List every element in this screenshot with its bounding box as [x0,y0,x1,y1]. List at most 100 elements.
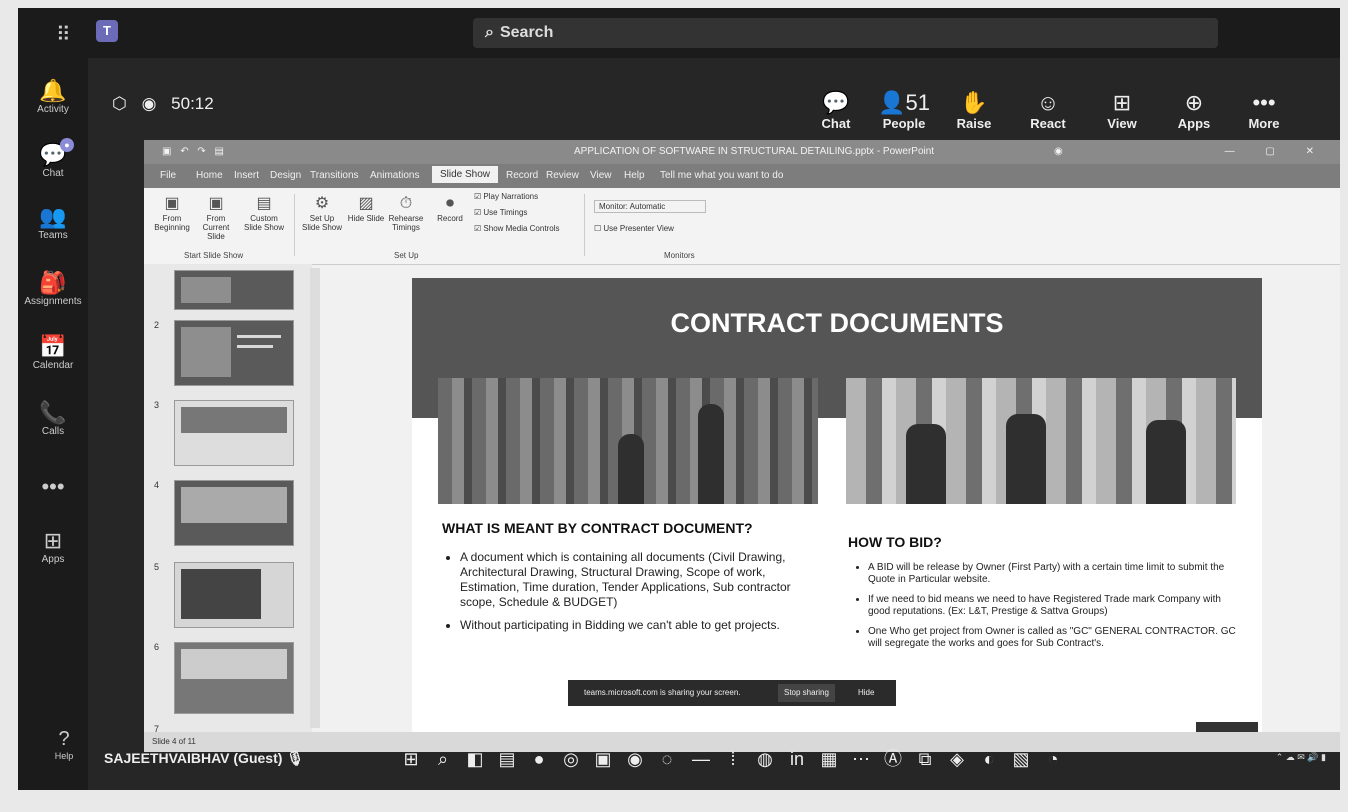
app-icon[interactable]: ◔ [1040,746,1066,772]
more-icon: ••• [1252,90,1276,115]
tab-help[interactable]: Help [624,170,645,181]
tab-view[interactable]: View [590,170,612,181]
slide-thumbnail[interactable] [174,270,294,310]
ppt-title-bar: ▣ ↶ ↷ ▤ APPLICATION OF SOFTWARE IN STRUC… [144,140,1340,164]
teams-taskbar-icon[interactable]: ▦ [816,746,842,772]
edge-icon[interactable]: ◎ [558,746,584,772]
tab-record[interactable]: Record [506,170,538,181]
people-button[interactable]: 👤51 People [874,90,934,131]
tab-design[interactable]: Design [270,170,301,181]
notification-badge: ● [60,138,74,152]
ribbon-separator [294,194,295,256]
app-icon[interactable]: Ⓐ [880,746,906,772]
window-controls[interactable]: — ▢ ✕ [1225,140,1328,164]
rail-item-teams[interactable]: 👥 Teams [18,204,88,241]
slide-thumbnail[interactable] [174,400,294,466]
hide-button[interactable]: Hide [858,680,874,706]
presenter-view-checkbox[interactable]: ☐ Use Presenter View [594,224,674,233]
thumbnail-scrollbar[interactable] [310,268,320,728]
app-icon[interactable]: ◈ [944,746,970,772]
whatsapp-icon[interactable]: ◌ [654,746,680,772]
left-heading: WHAT IS MEANT BY CONTRACT DOCUMENT? [442,520,753,536]
more-button[interactable]: ••• More [1234,90,1294,131]
slide-number: 2 [154,320,160,330]
tab-slide-show[interactable]: Slide Show [432,166,499,183]
view-button[interactable]: ⊞ View [1092,90,1152,131]
rail-item-more[interactable]: ••• [18,474,88,500]
tell-me-box[interactable]: Tell me what you want to do [660,170,783,181]
record-button[interactable]: ⏺ Record [428,194,472,223]
store-icon[interactable]: ▣ [590,746,616,772]
use-timings-checkbox[interactable]: ☑ Use Timings [474,208,527,217]
slide-count: Slide 4 of 11 [152,737,196,746]
setup-button[interactable]: ⚙ Set Up Slide Show [300,194,344,232]
app-icon[interactable]: ⋯ [848,746,874,772]
chrome-icon[interactable]: ◍ [752,746,778,772]
tab-animations[interactable]: Animations [370,170,419,181]
shared-powerpoint-window: ▣ ↶ ↷ ▤ APPLICATION OF SOFTWARE IN STRUC… [144,140,1340,752]
from-beginning-button[interactable]: ▣ From Beginning [150,194,194,232]
list-item: One Who get project from Owner is called… [868,626,1238,650]
rail-item-calls[interactable]: 📞 Calls [18,400,88,437]
app-icon[interactable]: ⁞ [720,746,746,772]
account-area[interactable]: ◉ [1054,140,1063,164]
rehearse-button[interactable]: ⏱ Rehearse Timings [384,194,428,232]
tab-insert[interactable]: Insert [234,170,259,181]
rail-item-calendar[interactable]: 📅 Calendar [18,334,88,371]
task-view-icon[interactable]: ◧ [462,746,488,772]
apps-label: Apps [1177,116,1211,131]
help-button[interactable]: ? Help [44,728,84,761]
from-current-button[interactable]: ▣ From Current Slide [194,194,238,241]
app-icon[interactable]: ▧ [1008,746,1034,772]
app-icon[interactable]: ⧉ [912,746,938,772]
apps-button[interactable]: ⊕ Apps [1164,90,1224,131]
custom-show-button[interactable]: ▤ Custom Slide Show [242,194,286,232]
slide-title: CONTRACT DOCUMENTS [670,308,1004,338]
system-tray[interactable]: ⌃ ☁ ✉ 🔊 ▮ [1276,752,1326,763]
tab-file[interactable]: File [160,170,176,181]
screen-share-notification: teams.microsoft.com is sharing your scre… [568,680,896,706]
app-launcher-icon[interactable]: ⠿ [56,22,71,47]
chat-label: Chat [821,116,851,131]
group-start-slide-show: Start Slide Show [184,251,244,260]
quick-access-icons[interactable]: ▣ ↶ ↷ ▤ [162,140,227,164]
monitor-select[interactable]: Monitor: Automatic [594,200,707,213]
chat-button[interactable]: 💬 Chat [806,90,866,131]
app-icon[interactable]: ◐ [976,746,1002,772]
list-item: If we need to bid means we need to have … [868,594,1238,618]
browser-icon[interactable]: ● [526,746,552,772]
slide-thumbnail[interactable] [174,642,294,714]
minus-icon[interactable]: — [688,746,714,772]
explorer-icon[interactable]: ▤ [494,746,520,772]
rail-item-activity[interactable]: 🔔 Activity [18,78,88,115]
rail-item-assignments[interactable]: 🎒 Assignments [18,270,88,307]
right-heading: HOW TO BID? [848,534,942,550]
from-current-label: From Current Slide [202,214,230,241]
linkedin-icon[interactable]: in [784,746,810,772]
search-taskbar-icon[interactable]: ⌕ [430,746,456,772]
chat-icon: 💬 [822,90,850,115]
office-meeting-photo [438,378,818,504]
rail-item-chat[interactable]: ● 💬 Chat [18,138,88,179]
rail-item-apps[interactable]: ⊞ Apps [18,528,88,565]
show-media-checkbox[interactable]: ☑ Show Media Controls [474,224,559,233]
tab-transitions[interactable]: Transitions [310,170,359,181]
react-button[interactable]: ☺ React [1018,90,1078,131]
slide-thumbnail-active[interactable] [174,480,294,546]
search-icon: ⌕ [485,24,494,41]
hand-icon: ✋ [960,90,988,115]
slide-thumbnail[interactable] [174,320,294,386]
slide-thumbnail[interactable] [174,562,294,628]
stop-sharing-button[interactable]: Stop sharing [778,684,835,702]
tab-home[interactable]: Home [196,170,223,181]
app-icon[interactable]: ◉ [622,746,648,772]
raise-hand-button[interactable]: ✋ Raise [944,90,1004,131]
hide-slide-button[interactable]: ▨ Hide Slide [344,194,388,223]
setup-label: Set Up Slide Show [301,214,343,232]
play-narrations-checkbox[interactable]: ☑ Play Narrations [474,192,538,201]
teams-icon: 👥 [39,204,67,229]
rail-item-label: Calls [41,426,65,437]
search-bar[interactable]: ⌕ Search [473,18,1218,48]
start-icon[interactable]: ⊞ [398,746,424,772]
tab-review[interactable]: Review [546,170,579,181]
